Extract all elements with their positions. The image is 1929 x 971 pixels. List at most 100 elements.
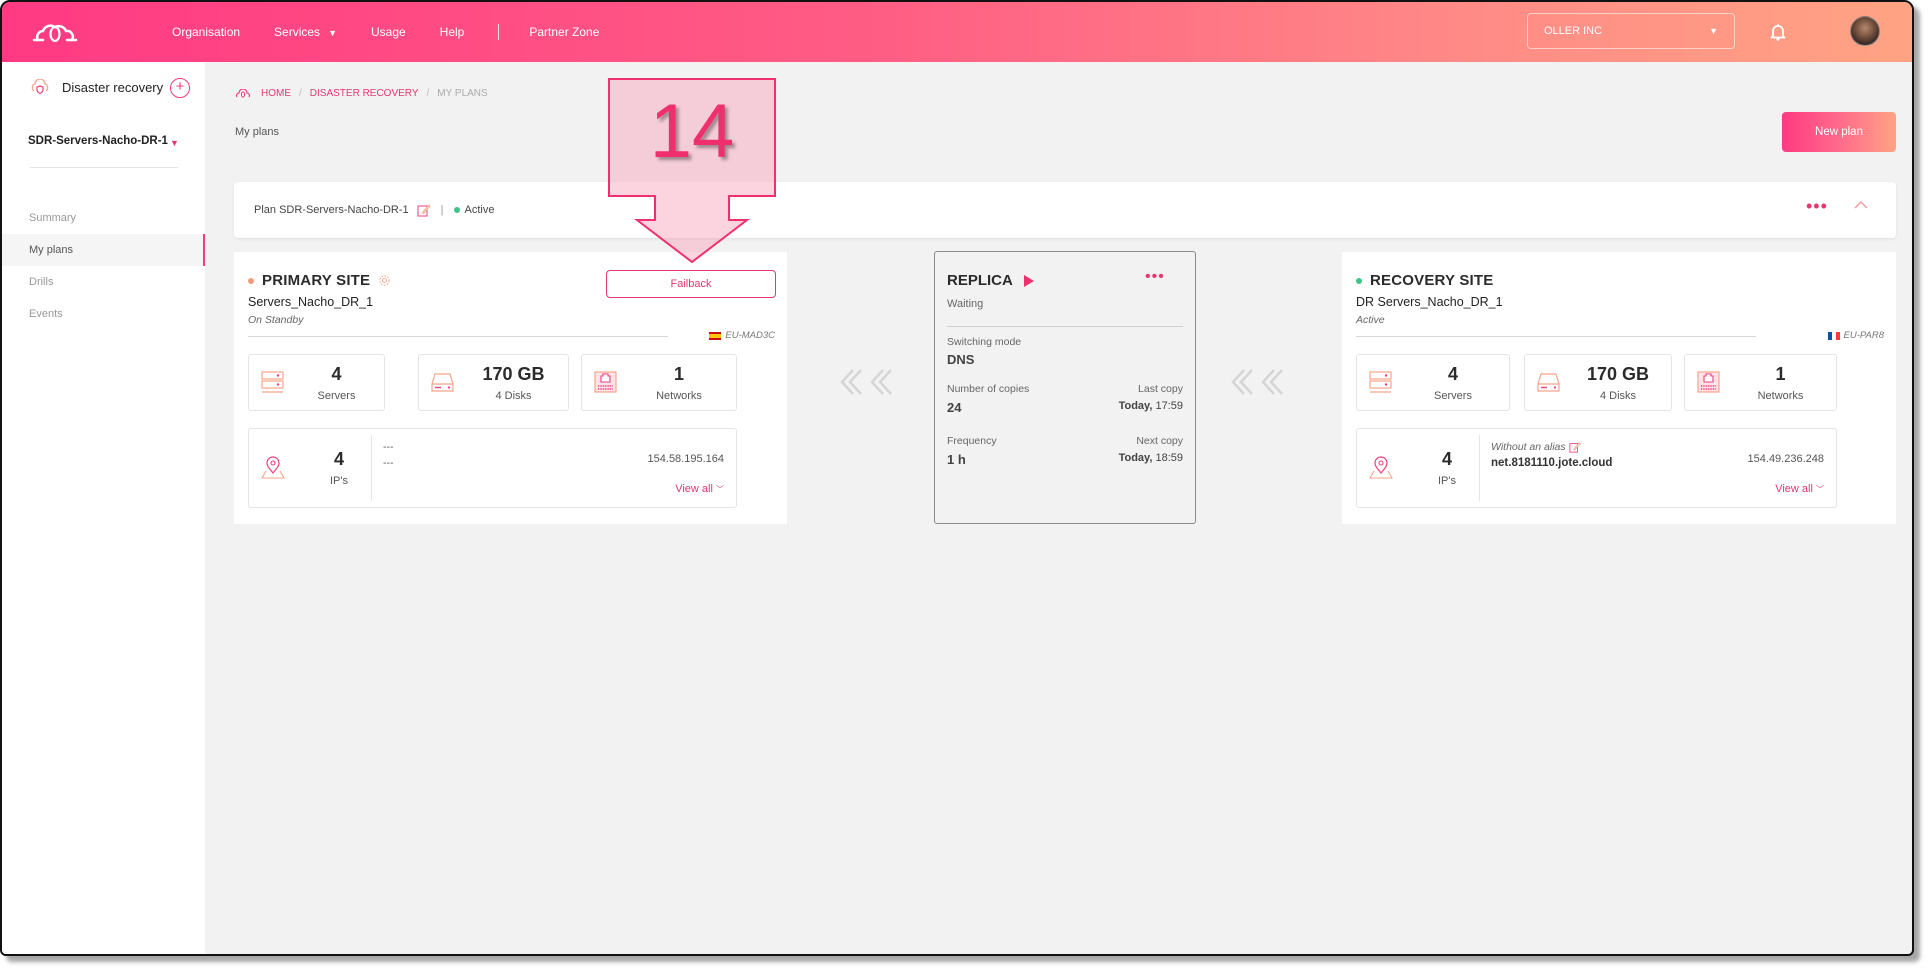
region-code: EU-PAR8	[1843, 330, 1884, 341]
recovery-site-header: RECOVERY SITE	[1356, 272, 1493, 289]
breadcrumb-disaster-recovery[interactable]: DISASTER RECOVERY	[310, 88, 419, 99]
sidebar-item-my-plans[interactable]: My plans	[2, 234, 205, 266]
organization-name: OLLER INC	[1544, 25, 1603, 37]
new-plan-button[interactable]: New plan	[1782, 112, 1896, 152]
nav-partner-zone[interactable]: Partner Zone	[529, 25, 599, 39]
frequency-label: Frequency	[947, 435, 997, 447]
failback-button[interactable]: Failback	[606, 270, 776, 298]
view-all-ips-link[interactable]: View all ﹀	[675, 483, 724, 495]
recovery-site-name: DR Servers_Nacho_DR_1	[1356, 295, 1503, 309]
sidebar-title-text: Disaster recovery	[62, 79, 164, 95]
chevron-down-icon: ﹀	[1816, 485, 1824, 494]
add-plan-button[interactable]: +	[170, 78, 190, 98]
chevron-down-icon[interactable]: ▼	[170, 138, 179, 148]
divider	[947, 326, 1183, 327]
servers-label: Servers	[1434, 390, 1472, 402]
chevron-down-icon: ▼	[1709, 26, 1718, 36]
step-number: 14	[649, 89, 735, 174]
storage-stat: 170 GB 4 Disks	[1524, 354, 1672, 411]
breadcrumb-home[interactable]: HOME	[261, 88, 291, 99]
nav-divider	[498, 24, 500, 40]
status-dot	[453, 207, 460, 213]
divider	[1356, 336, 1756, 337]
view-all-ips-link[interactable]: View all ﹀	[1775, 483, 1824, 495]
disk-icon	[1537, 373, 1560, 392]
sidebar: Disaster recovery + SDR-Servers-Nacho-DR…	[2, 62, 205, 954]
storage-stat: 170 GB 4 Disks	[418, 354, 569, 411]
primary-site-state: On Standby	[248, 314, 304, 326]
cloud-home-icon[interactable]	[235, 88, 251, 99]
plan-selector[interactable]: SDR-Servers-Nacho-DR-1	[28, 135, 168, 147]
edit-icon[interactable]	[417, 203, 431, 217]
edit-icon[interactable]	[1569, 441, 1581, 453]
more-options-icon[interactable]: •••	[1806, 197, 1828, 215]
ip-address: 154.58.195.164	[647, 453, 724, 465]
sidebar-divider	[30, 167, 178, 168]
sidebar-item-events[interactable]: Events	[2, 298, 205, 330]
ips-label: IP's	[1438, 475, 1456, 487]
sidebar-item-summary[interactable]: Summary	[2, 202, 205, 234]
switching-mode-value: DNS	[947, 352, 975, 367]
region-code: EU-MAD3C	[725, 330, 775, 341]
divider	[1479, 435, 1480, 501]
copies-value: 24	[947, 400, 962, 415]
spain-flag-icon	[709, 331, 722, 340]
organization-select[interactable]: OLLER INC ▼	[1527, 13, 1735, 49]
sidebar-item-drills[interactable]: Drills	[2, 266, 205, 298]
play-icon[interactable]	[1023, 274, 1035, 288]
primary-site-region: EU-MAD3C	[709, 330, 775, 341]
chevron-down-icon: ▼	[328, 28, 337, 38]
ip-alias: ---	[383, 441, 394, 453]
page-title: My plans	[235, 126, 280, 138]
bell-icon[interactable]	[1770, 23, 1786, 41]
switching-mode-label: Switching mode	[947, 336, 1022, 348]
replica-card: REPLICA ••• Waiting Switching mode DNS N…	[934, 251, 1196, 524]
networks-count: 1	[1775, 364, 1786, 384]
divider	[248, 336, 668, 337]
sidebar-menu: Summary My plans Drills Events	[2, 202, 205, 330]
frequency-value: 1 h	[947, 452, 966, 467]
recovery-site-state: Active	[1356, 314, 1385, 326]
breadcrumb-separator: /	[426, 88, 430, 99]
plan-header: Plan SDR-Servers-Nacho-DR-1 | Active •••	[234, 182, 1896, 238]
ip-hostname: net.8181110.jote.cloud	[1491, 457, 1613, 469]
france-flag-icon	[1827, 331, 1840, 340]
view-all-label: View all	[675, 483, 713, 495]
recovery-site-region: EU-PAR8	[1827, 330, 1884, 341]
more-options-icon[interactable]: •••	[1145, 269, 1165, 285]
app-window: Organisation Services ▼ Usage Help Partne…	[0, 0, 1914, 956]
gear-icon[interactable]	[378, 274, 391, 287]
disk-icon	[431, 373, 454, 392]
next-copy-time: 18:59	[1155, 452, 1183, 464]
user-avatar[interactable]	[1850, 16, 1880, 46]
chevron-up-icon[interactable]	[1852, 198, 1870, 212]
servers-count: 4	[331, 364, 342, 384]
disks-label: 4 Disks	[1599, 390, 1637, 402]
recovery-site-card: RECOVERY SITE DR Servers_Nacho_DR_1 Acti…	[1342, 252, 1896, 524]
primary-site-card: PRIMARY SITE Servers_Nacho_DR_1 On Stand…	[234, 252, 787, 524]
ips-count: 4	[1441, 449, 1452, 469]
cloud-logo-icon[interactable]	[32, 18, 78, 46]
next-copy-label: Next copy	[1136, 435, 1183, 447]
plan-name: Plan SDR-Servers-Nacho-DR-1	[254, 204, 409, 216]
disks-label: 4 Disks	[495, 390, 532, 402]
nav-services[interactable]: Services ▼	[274, 25, 337, 39]
location-pin-icon	[261, 456, 285, 479]
nav-usage[interactable]: Usage	[371, 25, 406, 39]
nav-help[interactable]: Help	[440, 25, 465, 39]
servers-stat: 4 Servers	[248, 354, 385, 411]
recovery-site-title: RECOVERY SITE	[1370, 272, 1494, 289]
primary-site-header: PRIMARY SITE	[248, 272, 391, 289]
top-navigation-bar: Organisation Services ▼ Usage Help Partne…	[2, 2, 1912, 62]
nav-organisation[interactable]: Organisation	[172, 25, 240, 39]
breadcrumb: HOME / DISASTER RECOVERY / MY PLANS	[235, 88, 488, 99]
site-status-dot	[1356, 277, 1362, 284]
networks-label: Networks	[1757, 390, 1804, 402]
ips-count: 4	[333, 449, 344, 469]
networks-count: 1	[673, 364, 684, 384]
replica-status: Waiting	[947, 298, 984, 310]
ip-alias-text: Without an alias	[1491, 441, 1566, 453]
plan-status: Active	[464, 204, 495, 216]
last-copy-day: Today,	[1118, 400, 1153, 412]
site-status-dot	[248, 277, 254, 284]
